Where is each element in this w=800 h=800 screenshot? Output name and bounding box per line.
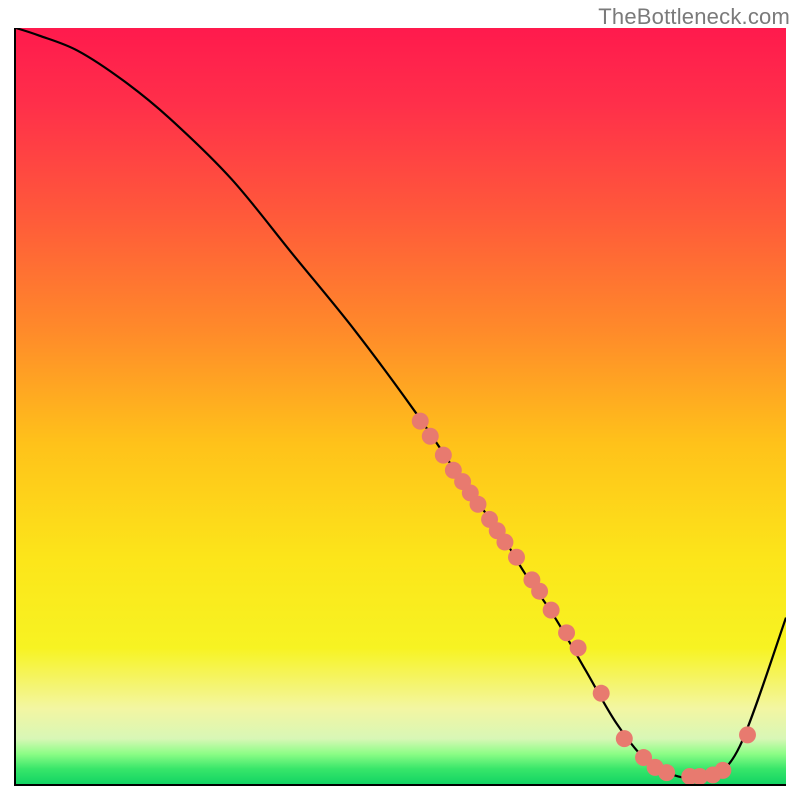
data-marker [508, 549, 525, 566]
data-marker [558, 624, 575, 641]
plot-area [14, 28, 786, 786]
markers-group [412, 413, 756, 784]
data-marker [593, 685, 610, 702]
curve-line [16, 28, 786, 779]
data-marker [422, 428, 439, 445]
data-marker [570, 639, 587, 656]
data-marker [714, 762, 731, 779]
data-marker [739, 726, 756, 743]
watermark-text: TheBottleneck.com [598, 4, 790, 30]
chart-stage: TheBottleneck.com [0, 0, 800, 800]
data-marker [496, 534, 513, 551]
data-marker [412, 413, 429, 430]
data-marker [531, 583, 548, 600]
data-marker [470, 496, 487, 513]
chart-svg [16, 28, 786, 784]
data-marker [435, 447, 452, 464]
data-marker [658, 764, 675, 781]
data-marker [543, 602, 560, 619]
data-marker [616, 730, 633, 747]
